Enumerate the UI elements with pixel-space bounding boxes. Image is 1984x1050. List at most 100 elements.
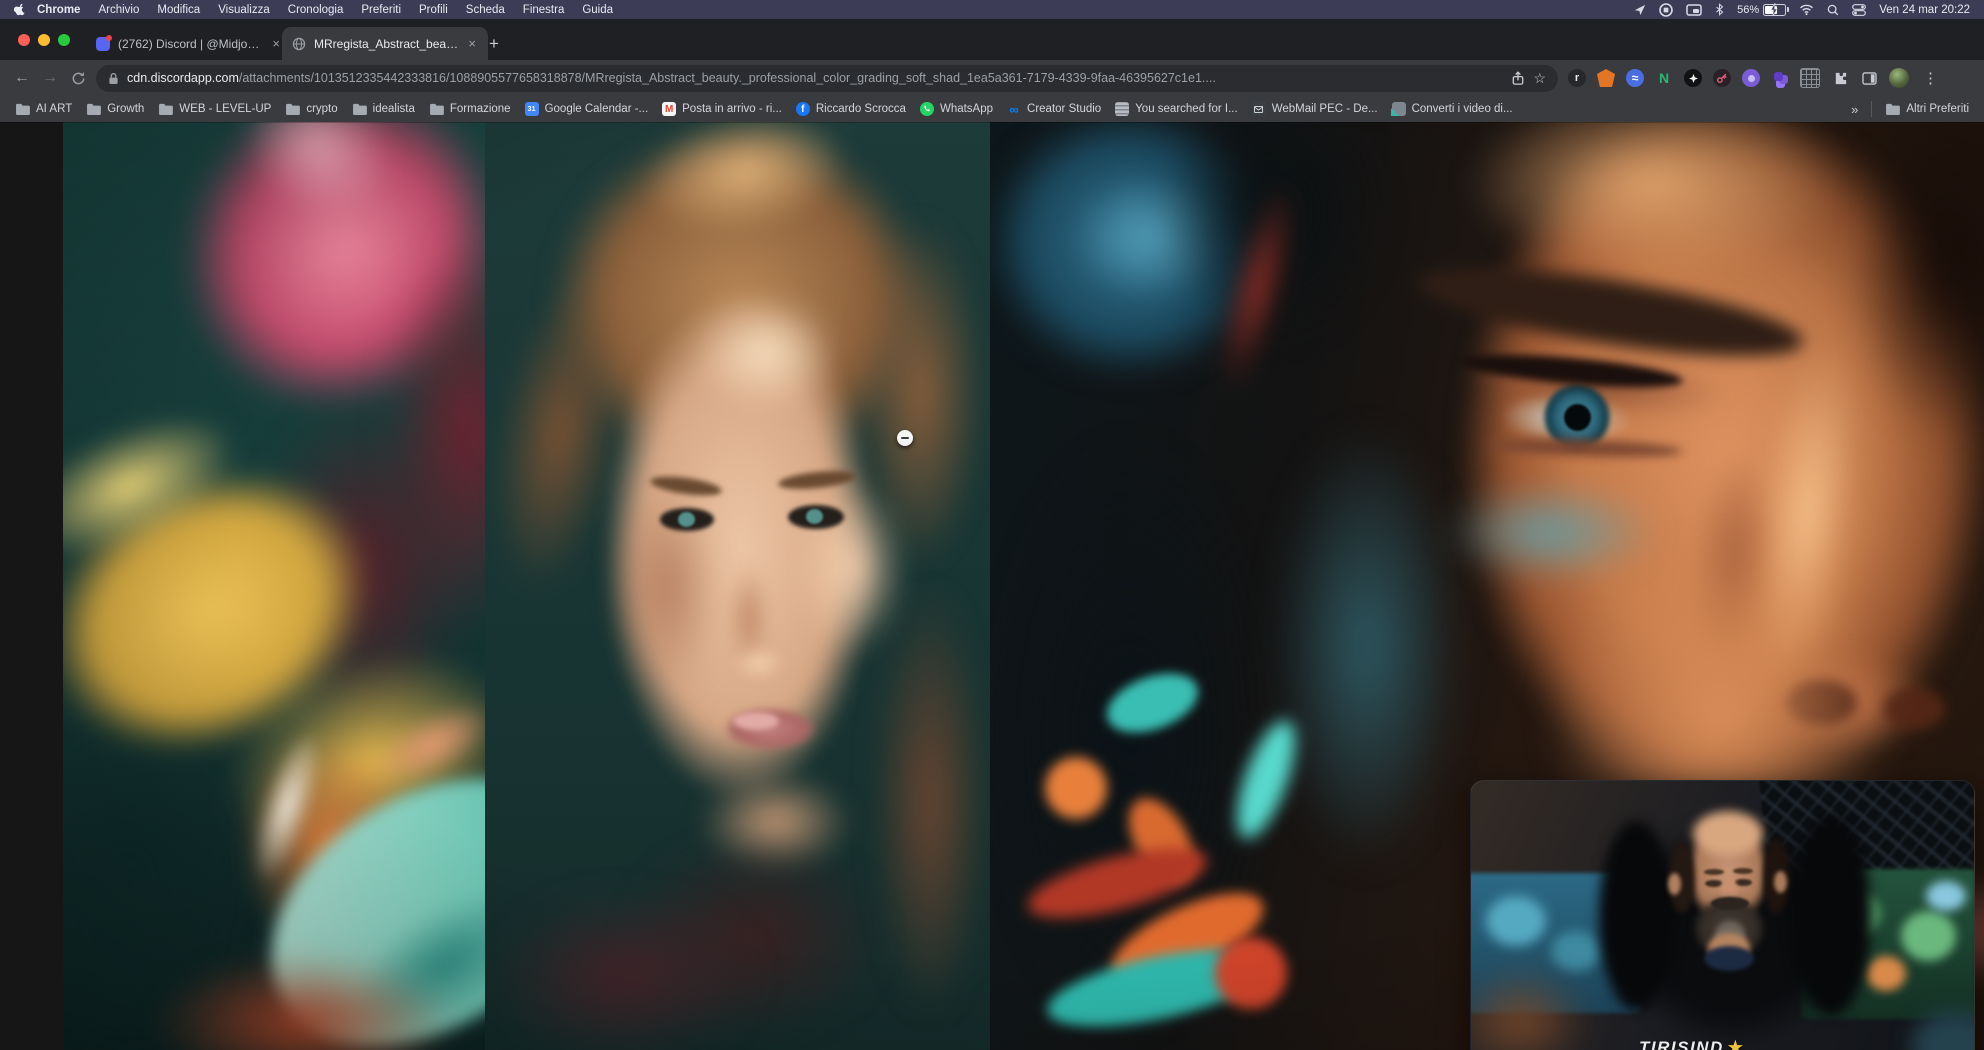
folder-icon <box>158 103 173 115</box>
tab-strip: (2762) Discord | @Midjourney × MRregista… <box>0 19 1984 60</box>
gmail-icon: M <box>662 102 676 116</box>
artwork-panel-abstract <box>63 122 485 1050</box>
menu-archivio[interactable]: Archivio <box>89 4 148 16</box>
share-icon[interactable] <box>1511 71 1525 86</box>
bookmark-idealista[interactable]: idealista <box>345 100 422 118</box>
bookmark-formazione[interactable]: Formazione <box>422 100 518 118</box>
forward-button[interactable]: → <box>36 64 64 92</box>
extension-waves-icon[interactable]: ≈ <box>1626 69 1644 87</box>
control-center-icon[interactable] <box>1852 3 1866 17</box>
menu-cronologia[interactable]: Cronologia <box>279 4 353 16</box>
folder-icon <box>352 103 367 115</box>
extension-black-circle-icon[interactable] <box>1684 69 1702 87</box>
globe-favicon-icon <box>292 37 306 51</box>
tab-discord[interactable]: (2762) Discord | @Midjourney × <box>86 27 292 60</box>
menu-profili[interactable]: Profili <box>410 4 457 16</box>
close-tab-icon[interactable]: × <box>466 36 478 51</box>
extension-dark-circle-icon[interactable]: r <box>1568 69 1586 87</box>
bluetooth-icon[interactable] <box>1715 3 1724 17</box>
browser-toolbar: ← → cdn.discordapp.com/attachments/10135… <box>0 60 1984 96</box>
folder-icon <box>285 103 300 115</box>
watermark-star-icon: ★ <box>1728 1038 1745 1050</box>
tab-title: (2762) Discord | @Midjourney <box>118 37 262 51</box>
bookmark-video-converter[interactable]: Converti i video di... <box>1385 99 1520 119</box>
extension-key-icon[interactable] <box>1713 69 1731 87</box>
new-tab-button[interactable]: + <box>482 32 506 56</box>
webmail-icon <box>1252 102 1266 116</box>
zoom-window-button[interactable] <box>58 34 70 46</box>
menu-guida[interactable]: Guida <box>573 4 622 16</box>
bookmark-facebook-profile[interactable]: f Riccardo Scrocca <box>789 99 913 119</box>
folder-icon <box>429 103 444 115</box>
discord-favicon-icon <box>96 37 110 51</box>
bookmark-crypto[interactable]: crypto <box>278 100 344 118</box>
back-button[interactable]: ← <box>8 64 36 92</box>
screenshot-grid-icon[interactable] <box>1800 68 1820 88</box>
bookmarks-divider <box>1871 101 1872 117</box>
meta-icon: ∞ <box>1007 102 1021 116</box>
tab-title: MRregista_Abstract_beauty._ <box>314 37 458 51</box>
menubar-clock[interactable]: Ven 24 mar 20:22 <box>1879 4 1970 16</box>
bookmark-gmail-inbox[interactable]: M Posta in arrivo - ri... <box>655 99 789 119</box>
window-controls <box>18 34 70 46</box>
menu-scheda[interactable]: Scheda <box>457 4 514 16</box>
side-panel-icon[interactable] <box>1860 69 1878 87</box>
channel-watermark: TIRISIND★ <box>1639 1038 1744 1050</box>
url-domain: cdn.discordapp.com <box>127 71 239 85</box>
extension-purple-ring-icon[interactable] <box>1742 69 1760 87</box>
battery-percent: 56% <box>1737 4 1759 16</box>
reload-button[interactable] <box>64 64 92 92</box>
close-tab-icon[interactable]: × <box>270 36 282 51</box>
location-arrow-icon[interactable] <box>1634 3 1646 17</box>
url-text: cdn.discordapp.com/attachments/101351233… <box>127 71 1216 85</box>
bookmarks-overflow-chevron[interactable]: » <box>1844 99 1865 120</box>
video-converter-icon <box>1392 102 1406 116</box>
address-bar[interactable]: cdn.discordapp.com/attachments/101351233… <box>96 65 1558 92</box>
close-window-button[interactable] <box>18 34 30 46</box>
bookmark-web-level-up[interactable]: WEB - LEVEL-UP <box>151 100 278 118</box>
folder-icon <box>86 103 101 115</box>
whatsapp-icon <box>920 102 934 116</box>
bookmark-you-searched[interactable]: You searched for I... <box>1108 99 1245 119</box>
lock-icon <box>108 72 119 85</box>
extensions-puzzle-icon[interactable] <box>1831 69 1849 87</box>
menu-visualizza[interactable]: Visualizza <box>209 4 279 16</box>
artwork-panel-portrait <box>485 122 990 1050</box>
generic-page-icon <box>1115 102 1129 116</box>
tab-image-active[interactable]: MRregista_Abstract_beauty._ × <box>282 27 488 60</box>
bookmark-creator-studio[interactable]: ∞ Creator Studio <box>1000 99 1108 119</box>
facebook-icon: f <box>796 102 810 116</box>
menu-modifica[interactable]: Modifica <box>148 4 209 16</box>
google-calendar-icon: 31 <box>525 102 539 116</box>
apple-logo-icon[interactable] <box>14 3 26 17</box>
menu-preferiti[interactable]: Preferiti <box>352 4 410 16</box>
bookmark-webmail-pec[interactable]: WebMail PEC - De... <box>1245 99 1385 119</box>
bookmark-growth[interactable]: Growth <box>79 100 151 118</box>
battery-icon <box>1763 4 1786 16</box>
bookmark-google-calendar[interactable]: 31 Google Calendar -... <box>518 99 656 119</box>
macos-menubar: Chrome Archivio Modifica Visualizza Cron… <box>0 0 1984 19</box>
extension-green-n-icon[interactable]: N <box>1655 69 1673 87</box>
menu-finestra[interactable]: Finestra <box>514 4 574 16</box>
browser-menu-icon[interactable]: ⋮ <box>1920 69 1941 87</box>
bookmarks-bar: AI ART Growth WEB - LEVEL-UP crypto idea… <box>0 96 1984 122</box>
bookmark-whatsapp[interactable]: WhatsApp <box>913 99 1000 119</box>
spotlight-search-icon[interactable] <box>1827 3 1839 17</box>
metamask-fox-icon[interactable] <box>1597 69 1615 87</box>
wifi-icon[interactable] <box>1799 3 1814 17</box>
bookmark-ai-art[interactable]: AI ART <box>8 100 79 118</box>
folder-icon <box>1885 103 1900 115</box>
extension-purple-cluster-icon[interactable] <box>1771 69 1789 87</box>
extensions-row: r ≈ N ⋮ <box>1568 68 1941 88</box>
display-mirror-icon[interactable] <box>1686 3 1702 17</box>
screen-record-icon[interactable] <box>1659 3 1673 17</box>
menu-chrome[interactable]: Chrome <box>28 4 89 16</box>
bookmark-star-icon[interactable]: ☆ <box>1533 70 1546 87</box>
screen: Chrome Archivio Modifica Visualizza Cron… <box>0 0 1984 1050</box>
battery-indicator[interactable]: 56% <box>1737 4 1786 16</box>
zoom-out-cursor-icon <box>897 430 913 446</box>
minimize-window-button[interactable] <box>38 34 50 46</box>
other-bookmarks-folder[interactable]: Altri Preferiti <box>1878 100 1976 118</box>
url-path: /attachments/1013512335442333816/1088905… <box>239 71 1216 85</box>
profile-avatar[interactable] <box>1889 68 1909 88</box>
